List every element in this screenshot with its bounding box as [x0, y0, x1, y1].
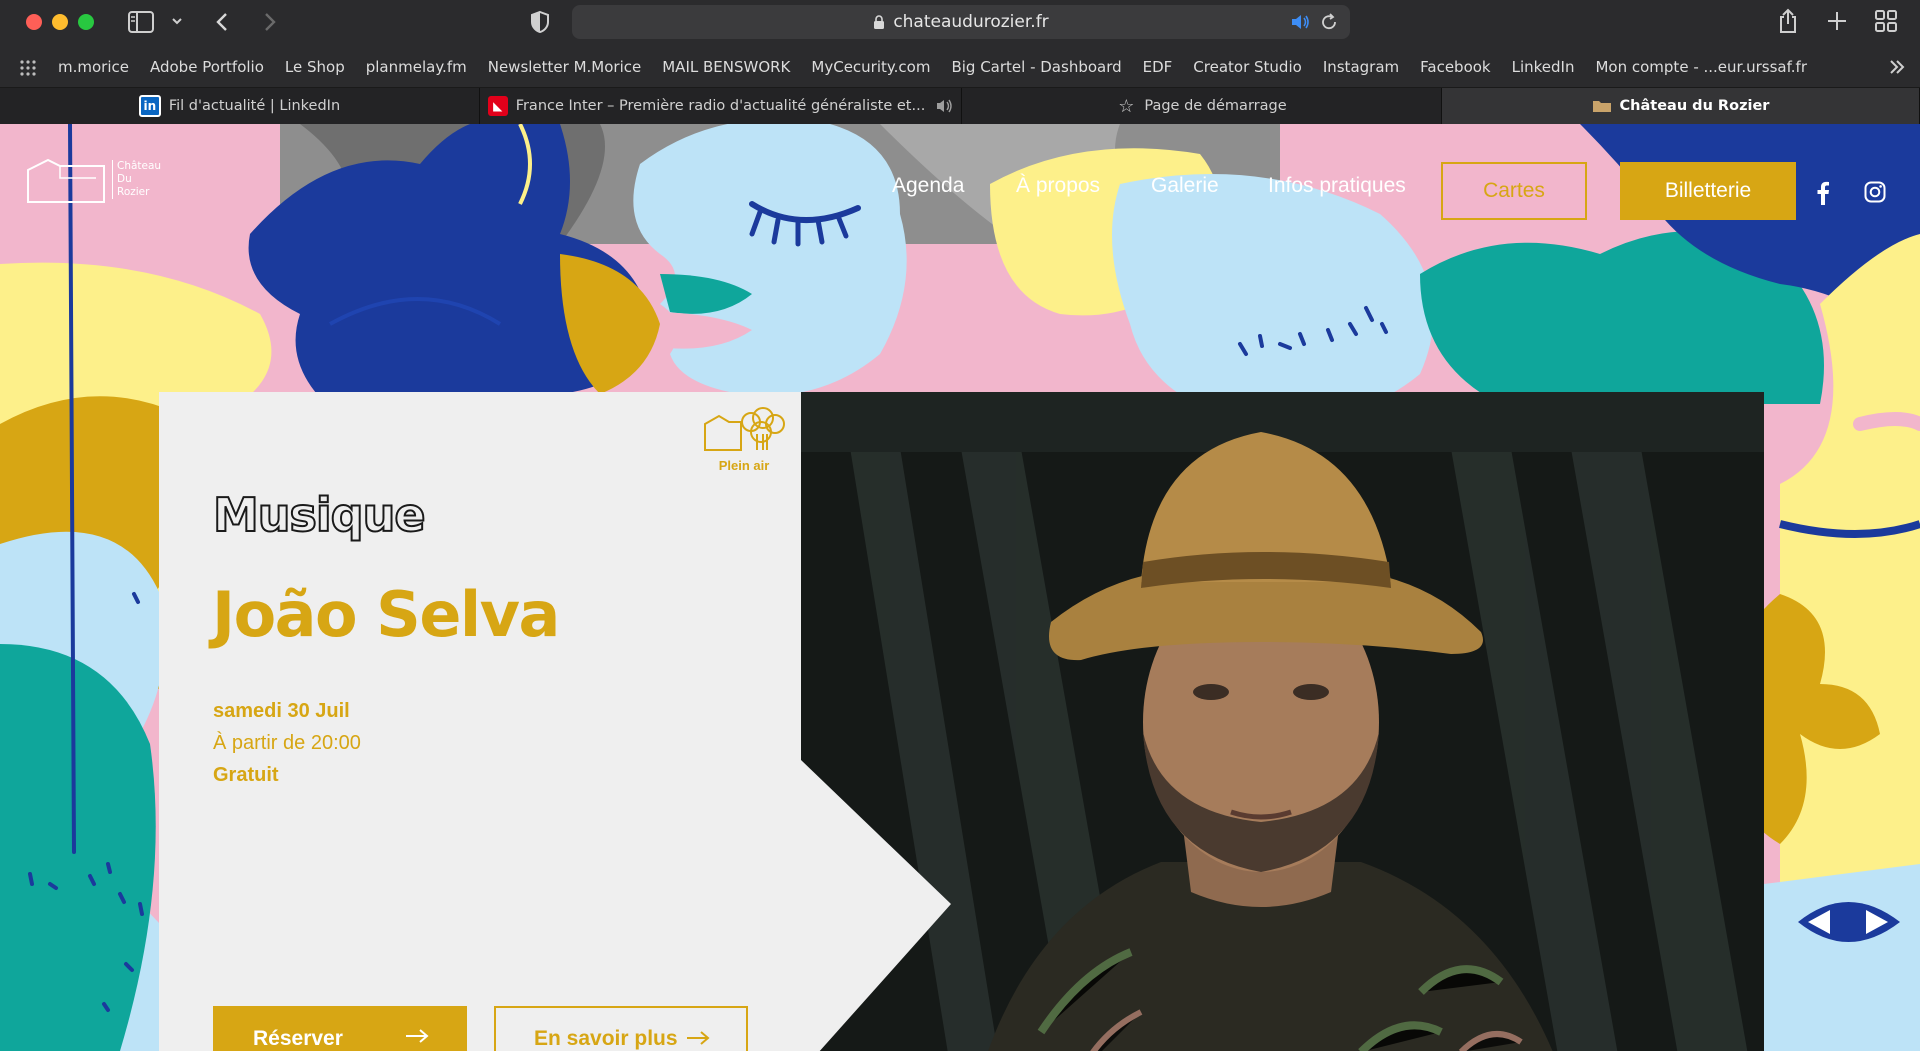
cartes-button[interactable]: Cartes [1441, 162, 1587, 220]
logo-line-1: Château [117, 160, 162, 172]
logo-line-2: Du [117, 173, 132, 185]
minimize-window-button[interactable] [52, 14, 68, 30]
event-date: samedi 30 Juil [213, 700, 350, 722]
arrow-right-icon [406, 1029, 429, 1043]
nav-a-propos[interactable]: À propos [1016, 174, 1100, 198]
forward-arrow-icon[interactable] [262, 11, 278, 33]
bookmark-item[interactable]: LinkedIn [1512, 58, 1575, 76]
bookmark-item[interactable]: Facebook [1420, 58, 1490, 76]
bookmark-item[interactable]: Mon compte - ...eur.urssaf.fr [1595, 58, 1807, 76]
reserve-button[interactable]: Réserver [213, 1006, 467, 1051]
bookmark-item[interactable]: m.morice [58, 58, 129, 76]
chevron-down-icon[interactable] [171, 16, 183, 26]
bookmark-item[interactable]: Creator Studio [1193, 58, 1302, 76]
tab-overview-icon[interactable] [1875, 10, 1897, 32]
bookmark-item[interactable]: Instagram [1323, 58, 1399, 76]
artist-portrait-image [801, 392, 1764, 1051]
url-text: chateaudurozier.fr [893, 12, 1049, 32]
chateau-logo-icon [27, 158, 105, 203]
badge-label: Plein air [718, 458, 770, 473]
close-window-button[interactable] [26, 14, 42, 30]
bookmark-item[interactable]: Le Shop [285, 58, 345, 76]
house-tree-icon [704, 407, 785, 451]
new-tab-plus-icon[interactable] [1826, 10, 1848, 32]
plein-air-badge: Plein air [701, 404, 787, 473]
tab-label: France Inter – Première radio d'actualit… [515, 98, 926, 114]
share-icon[interactable] [1777, 8, 1799, 34]
address-bar[interactable]: chateaudurozier.fr [572, 5, 1350, 39]
billetterie-button[interactable]: Billetterie [1620, 162, 1796, 220]
tab-label: Château du Rozier [1619, 98, 1770, 114]
logo-line-3: Rozier [117, 186, 150, 198]
artist-photo [801, 392, 1764, 1051]
tab-label: Fil d'actualité | LinkedIn [168, 98, 341, 114]
tab-linkedin[interactable]: in Fil d'actualité | LinkedIn [0, 88, 480, 124]
reserve-label: Réserver [253, 1027, 343, 1050]
learn-more-label: En savoir plus [534, 1027, 678, 1050]
facebook-icon[interactable] [1816, 181, 1830, 205]
apps-grid-icon[interactable] [20, 60, 36, 76]
star-icon: ☆ [1118, 95, 1135, 117]
bookmark-item[interactable]: EDF [1143, 58, 1173, 76]
bookmark-item[interactable]: Adobe Portfolio [150, 58, 264, 76]
double-chevron-right-icon[interactable] [1888, 58, 1906, 76]
nav-galerie[interactable]: Galerie [1151, 174, 1219, 198]
bookmark-item[interactable]: MAIL BENSWORK [662, 58, 790, 76]
sidebar-toggle-icon[interactable] [128, 11, 154, 33]
tab-speaker-icon[interactable] [935, 98, 953, 114]
tab-france-inter[interactable]: ◣ France Inter – Première radio d'actual… [480, 88, 962, 124]
tab-chateau-du-rozier[interactable]: Château du Rozier [1442, 88, 1920, 124]
event-category: Musique [212, 487, 427, 543]
tab-start-page[interactable]: ☆ Page de démarrage [962, 88, 1442, 124]
tab-bar: in Fil d'actualité | LinkedIn ◣ France I… [0, 88, 1920, 124]
bookmark-item[interactable]: MyCecurity.com [811, 58, 930, 76]
bookmark-item[interactable]: Big Cartel - Dashboard [951, 58, 1121, 76]
tab-label: Page de démarrage [1144, 98, 1287, 114]
event-price: Gratuit [213, 764, 279, 786]
arrow-right-icon [687, 1031, 710, 1045]
learn-more-button[interactable]: En savoir plus [494, 1006, 748, 1051]
nav-agenda[interactable]: Agenda [892, 174, 964, 198]
zoom-window-button[interactable] [78, 14, 94, 30]
back-arrow-icon[interactable] [214, 11, 230, 33]
browser-titlebar: chateaudurozier.fr [0, 0, 1920, 46]
reload-icon[interactable] [1320, 13, 1338, 31]
instagram-icon[interactable] [1864, 181, 1886, 203]
bookmark-item[interactable]: Newsletter M.Morice [488, 58, 642, 76]
speaker-icon[interactable] [1290, 13, 1310, 31]
event-time: À partir de 20:00 [213, 732, 361, 754]
linkedin-icon: in [138, 95, 161, 117]
lock-icon [874, 15, 885, 29]
france-inter-icon: ◣ [487, 96, 508, 116]
nav-infos-pratiques[interactable]: Infos pratiques [1268, 174, 1406, 198]
event-card: Plein air Musique João Selva samedi 30 J… [159, 392, 801, 1051]
event-title: João Selva [212, 578, 560, 651]
privacy-shield-icon[interactable] [530, 10, 550, 34]
folder-icon [1592, 96, 1612, 116]
site-logo[interactable]: Château Du Rozier [26, 158, 161, 204]
bookmark-item[interactable]: planmelay.fm [366, 58, 467, 76]
web-page: Château Du Rozier Agenda À propos Galeri… [0, 124, 1920, 1051]
bookmarks-bar: m.morice Adobe Portfolio Le Shop planmel… [0, 46, 1920, 88]
